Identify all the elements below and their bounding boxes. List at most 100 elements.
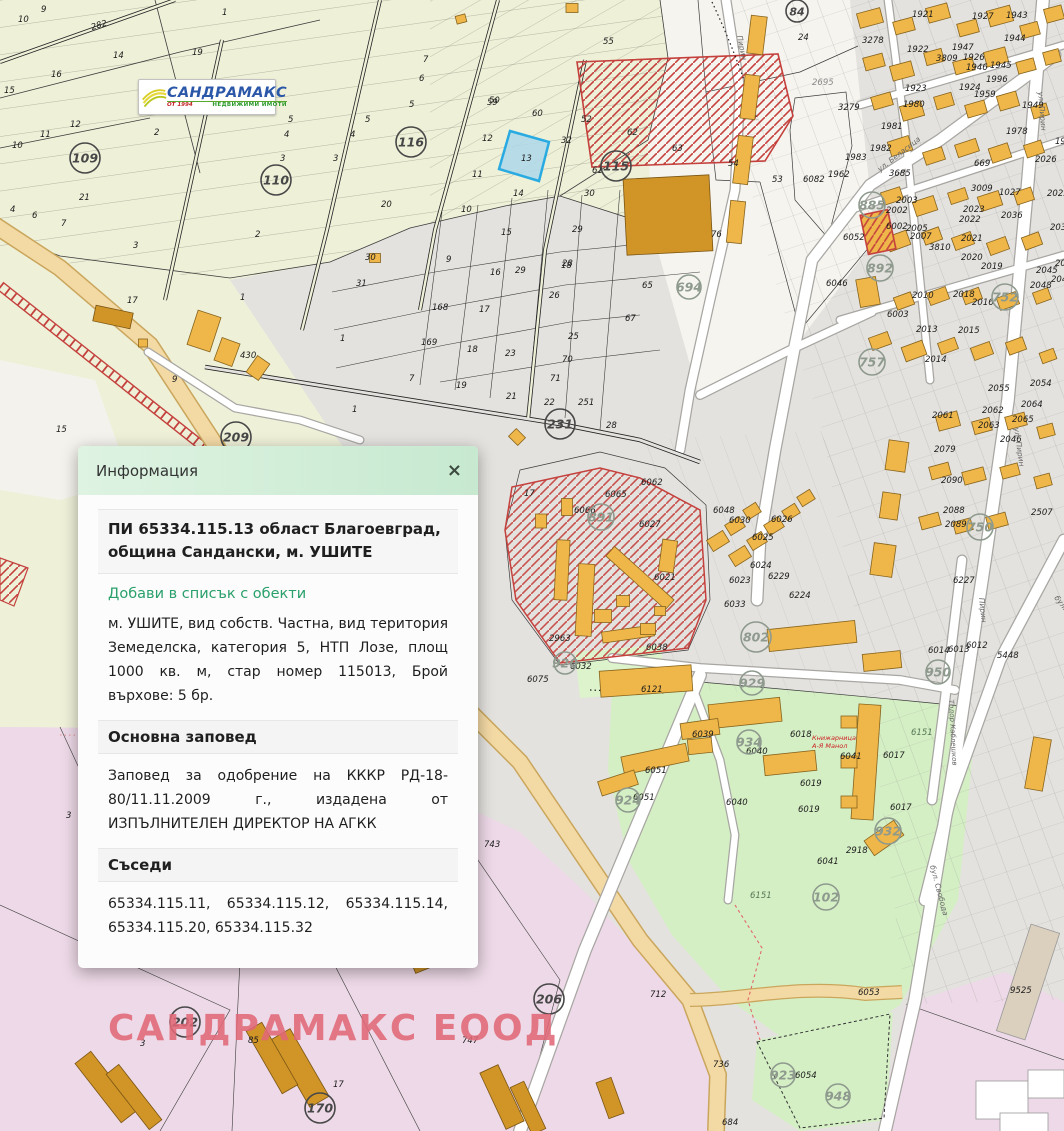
svg-text:6046: 6046 <box>826 279 848 289</box>
svg-text:5: 5 <box>365 115 370 125</box>
svg-text:2507: 2507 <box>1031 508 1053 518</box>
svg-text:2064: 2064 <box>1021 400 1043 410</box>
svg-text:6082: 6082 <box>803 175 825 185</box>
svg-text:2014: 2014 <box>925 355 947 365</box>
svg-text:1959: 1959 <box>974 90 996 100</box>
svg-text:6051: 6051 <box>645 766 667 776</box>
popup-title: Информация <box>96 462 198 480</box>
svg-text:9525: 9525 <box>1010 986 1032 996</box>
svg-text:18: 18 <box>467 345 478 355</box>
neighbors-section-header: Съседи <box>98 848 458 882</box>
close-icon[interactable]: × <box>447 462 462 480</box>
svg-text:54: 54 <box>728 159 739 169</box>
svg-text:6041: 6041 <box>817 857 839 867</box>
svg-text:932: 932 <box>875 824 901 839</box>
svg-text:28: 28 <box>606 421 617 431</box>
svg-text:59: 59 <box>487 98 498 108</box>
svg-text:2007: 2007 <box>910 232 932 242</box>
svg-text:6026: 6026 <box>771 515 793 525</box>
logo-moto: НЕДВИЖИМИ ИМОТИ <box>212 103 287 109</box>
svg-text:170: 170 <box>307 1101 333 1116</box>
svg-text:14: 14 <box>513 189 524 199</box>
svg-text:6033: 6033 <box>724 600 746 610</box>
svg-text:2040: 2040 <box>1055 259 1064 269</box>
logo-name: САНДРАМАКС <box>167 86 287 101</box>
svg-text:9: 9 <box>41 5 46 15</box>
svg-text:2019: 2019 <box>981 262 1003 272</box>
svg-text:19: 19 <box>456 381 467 391</box>
add-to-list-link[interactable]: Добави в списък с обекти <box>98 586 458 602</box>
svg-text:7: 7 <box>423 55 429 65</box>
svg-text:950: 950 <box>925 665 951 680</box>
svg-text:3: 3 <box>66 811 71 821</box>
svg-text:1027: 1027 <box>999 188 1021 198</box>
logo-swoosh-icon <box>141 84 167 110</box>
svg-text:6038: 6038 <box>646 643 668 653</box>
svg-text:21: 21 <box>79 193 90 203</box>
popup-body: ПИ 65334.115.13 област Благоевград, общи… <box>78 495 478 968</box>
svg-text:6018: 6018 <box>790 730 812 740</box>
svg-text:6053: 6053 <box>858 988 880 998</box>
svg-text:1996: 1996 <box>986 75 1008 85</box>
svg-text:6: 6 <box>32 211 38 221</box>
svg-text:6151: 6151 <box>911 728 933 738</box>
svg-text:1983: 1983 <box>845 153 867 163</box>
agency-logo: САНДРАМАКС ОТ 1994 НЕДВИЖИМИ ИМОТИ <box>138 79 276 115</box>
svg-text:65: 65 <box>642 281 653 291</box>
svg-text:7: 7 <box>61 219 67 229</box>
popup-header: Информация × <box>78 446 478 495</box>
svg-text:6019: 6019 <box>798 805 820 815</box>
svg-text:70: 70 <box>562 355 573 365</box>
svg-text:6227: 6227 <box>953 576 975 586</box>
svg-text:6048: 6048 <box>713 506 735 516</box>
svg-text:3809: 3809 <box>936 54 958 64</box>
svg-text:6052: 6052 <box>843 233 865 243</box>
svg-text:6027: 6027 <box>639 520 661 530</box>
svg-text:18: 18 <box>561 261 572 271</box>
svg-text:1981: 1981 <box>881 122 903 132</box>
svg-text:924: 924 <box>615 793 641 808</box>
svg-text:2016: 2016 <box>972 298 994 308</box>
svg-text:2020: 2020 <box>961 253 983 263</box>
svg-text:2026: 2026 <box>1035 155 1057 165</box>
svg-text:2015: 2015 <box>958 326 980 336</box>
svg-text:5: 5 <box>288 115 293 125</box>
svg-text:2021: 2021 <box>961 234 983 244</box>
svg-text:1973: 1973 <box>1055 137 1064 147</box>
svg-text:752: 752 <box>992 290 1018 305</box>
svg-text:6012: 6012 <box>966 641 988 651</box>
svg-text:6041: 6041 <box>840 752 862 762</box>
svg-text:29: 29 <box>572 225 583 235</box>
svg-text:6075: 6075 <box>527 675 549 685</box>
svg-text:9: 9 <box>172 375 177 385</box>
svg-text:885: 885 <box>859 198 885 213</box>
svg-text:2065: 2065 <box>1012 415 1034 425</box>
svg-text:2010: 2010 <box>912 291 934 301</box>
svg-text:6039: 6039 <box>692 730 714 740</box>
svg-text:3278: 3278 <box>862 36 884 46</box>
svg-text:4: 4 <box>10 205 15 215</box>
svg-text:110: 110 <box>263 173 289 188</box>
svg-text:2054: 2054 <box>1030 379 1052 389</box>
svg-text:84: 84 <box>789 6 804 19</box>
svg-text:1982: 1982 <box>870 144 892 154</box>
svg-text:1946: 1946 <box>966 63 988 73</box>
svg-text:22: 22 <box>544 398 555 408</box>
svg-text:3: 3 <box>133 241 138 251</box>
svg-text:6002: 6002 <box>886 222 908 232</box>
svg-text:26: 26 <box>549 291 560 301</box>
svg-text:16: 16 <box>490 268 501 278</box>
svg-text:2: 2 <box>154 128 159 138</box>
svg-text:55: 55 <box>603 37 614 47</box>
svg-text:1943: 1943 <box>1006 11 1028 21</box>
svg-text:76: 76 <box>711 230 722 240</box>
svg-text:6003: 6003 <box>887 310 909 320</box>
svg-text:206: 206 <box>536 992 562 1007</box>
svg-text:209: 209 <box>223 430 249 445</box>
svg-text:3279: 3279 <box>838 103 860 113</box>
svg-text:6065: 6065 <box>605 490 627 500</box>
order-text: Заповед за одобрение на КККР РД-18-80/11… <box>98 764 458 836</box>
svg-text:17: 17 <box>127 296 138 306</box>
svg-text:15: 15 <box>4 86 15 96</box>
svg-text:6040: 6040 <box>726 798 748 808</box>
